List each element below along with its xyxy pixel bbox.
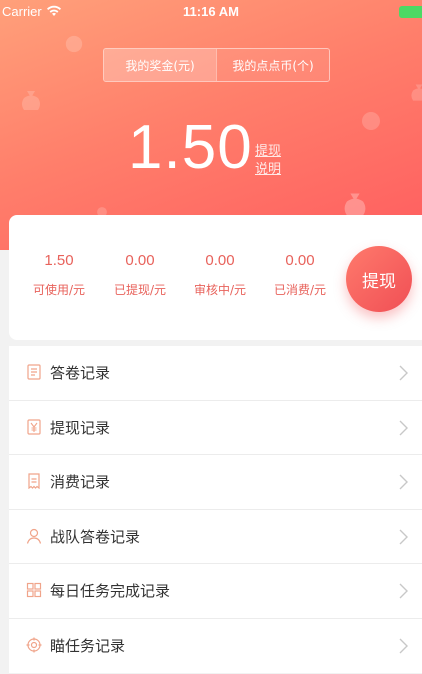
records-list: 答卷记录 提现记录 消费记录 战队答卷记录 每日任务完成记录 瞄任务记录: [9, 346, 422, 673]
withdraw-link[interactable]: 提现: [255, 140, 281, 159]
money-bag-icon: [22, 91, 40, 110]
chevron-right-icon: [399, 583, 408, 599]
header-banner: Carrier 11:16 AM 我的奖金(元) 我的点点币(个) 1.50 提…: [0, 0, 422, 250]
balance-amount: 1.50: [128, 113, 253, 182]
stat-value: 0.00: [285, 252, 315, 269]
clock: 11:16 AM: [183, 4, 239, 19]
receipt-icon: [28, 473, 40, 489]
withdraw-button[interactable]: 提现: [346, 246, 412, 312]
currency-segmented-control: 我的奖金(元) 我的点点币(个): [103, 48, 330, 82]
stat-label: 审核中/元: [193, 283, 247, 297]
list-item-withdraw-records[interactable]: 提现记录: [9, 401, 422, 455]
list-item-label: 战队答卷记录: [50, 527, 141, 546]
stat-label: 可使用/元: [32, 283, 86, 297]
list-item-spending-records[interactable]: 消费记录: [9, 455, 422, 510]
list-item-label: 提现记录: [50, 418, 111, 437]
list-item-aim-task-records[interactable]: 瞄任务记录: [9, 619, 422, 674]
target-icon: [26, 637, 42, 652]
list-item-label: 瞄任务记录: [50, 637, 126, 656]
bonus-screen: Carrier 11:16 AM 我的奖金(元) 我的点点币(个) 1.50 提…: [0, 0, 422, 674]
document-list-icon: [27, 364, 41, 380]
tab-my-bonus[interactable]: 我的奖金(元): [104, 49, 216, 81]
status-bar: Carrier 11:16 AM: [0, 0, 422, 24]
chevron-right-icon: [399, 420, 408, 435]
instructions-link[interactable]: 说明: [255, 158, 281, 177]
stat-value: 1.50: [44, 252, 74, 269]
chevron-right-icon: [399, 638, 408, 653]
battery-icon: [399, 6, 422, 18]
coin-icon: [65, 35, 83, 53]
list-item-label: 答卷记录: [50, 364, 111, 383]
stat-reviewing: 0.00 审核中/元: [180, 252, 260, 298]
stat-value: 0.00: [125, 252, 155, 269]
list-item-label: 每日任务完成记录: [50, 582, 171, 601]
stat-withdrawn: 0.00 已提现/元: [100, 252, 180, 298]
yen-note-icon: [27, 418, 41, 435]
stat-label: 已消费/元: [273, 283, 327, 297]
stat-value: 0.00: [205, 252, 235, 269]
chevron-right-icon: [399, 529, 408, 544]
list-item-label: 消费记录: [50, 473, 111, 492]
stat-label: 已提现/元: [113, 283, 167, 297]
list-item-daily-task-records[interactable]: 每日任务完成记录: [9, 564, 422, 619]
chevron-right-icon: [399, 474, 408, 490]
list-item-team-answer-records[interactable]: 战队答卷记录: [9, 510, 422, 564]
stat-spent: 0.00 已消费/元: [260, 252, 340, 298]
person-icon: [26, 528, 42, 544]
stat-available: 1.50 可使用/元: [19, 252, 99, 298]
list-item-answer-records[interactable]: 答卷记录: [9, 346, 422, 401]
chevron-right-icon: [399, 365, 408, 381]
tab-my-coins[interactable]: 我的点点币(个): [216, 49, 329, 81]
grid-icon: [26, 582, 42, 598]
coin-icon: [362, 112, 380, 130]
money-bag-icon: [411, 84, 422, 101]
